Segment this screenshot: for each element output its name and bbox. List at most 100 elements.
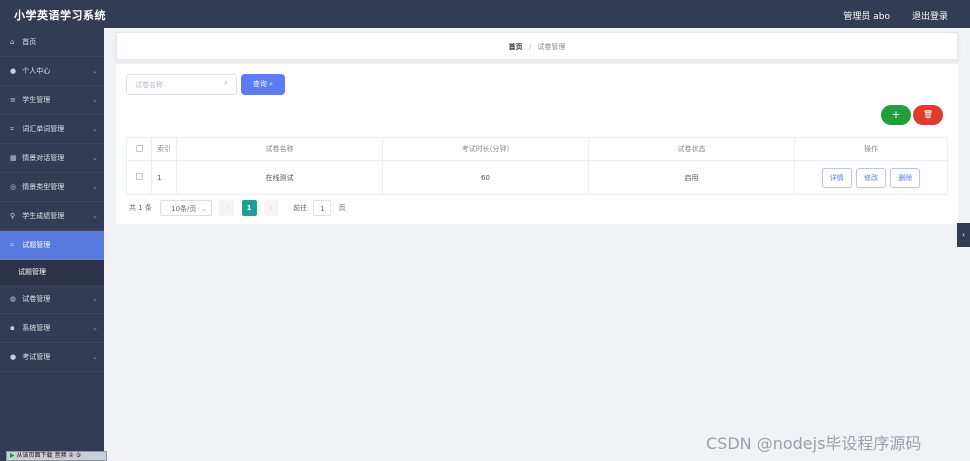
app-title: 小学英语学习系统	[14, 9, 106, 22]
sidebar-item-label: 词汇单词管理	[22, 125, 65, 133]
sidebar-item-vocabulary[interactable]: ⌗ 词汇单词管理 ⌄	[0, 115, 104, 144]
paper-name-search-input[interactable]	[126, 74, 237, 95]
sidebar-item-papers[interactable]: ◍ 试卷管理 ⌄	[0, 285, 104, 314]
sidebar-item-label: 学生成绩管理	[22, 212, 65, 220]
pagination-total: 共 1 条	[129, 204, 152, 212]
breadcrumb: 首页 / 试卷管理	[116, 32, 958, 60]
chevron-left-icon: ‹	[962, 231, 965, 239]
batch-delete-button[interactable]: 🗑	[913, 105, 943, 125]
column-header-index: 索引	[151, 137, 177, 161]
add-button[interactable]: +	[881, 105, 911, 125]
sidebar-item-scores[interactable]: ♀ 学生成绩管理 ⌄	[0, 202, 104, 231]
goto-unit: 页	[338, 204, 346, 212]
chevron-down-icon: ⌄	[92, 67, 98, 75]
submenu-item-questions[interactable]: 试题管理	[0, 260, 104, 285]
toolbar-extra: ② ③	[68, 452, 82, 459]
breadcrumb-separator: /	[528, 43, 532, 51]
sidebar-item-home[interactable]: ⌂ 首页	[0, 28, 104, 57]
sidebar-item-system[interactable]: ▪ 系统管理 ⌄	[0, 314, 104, 343]
detail-button[interactable]: 详情	[821, 167, 852, 188]
content-panel: ⌕ 查询 ⌕ + 🗑 索引 试卷名称 考试时长(分钟) 试卷状态 操作 1 在线…	[116, 64, 958, 224]
top-header: 小学英语学习系统 管理员 abo 退出登录	[0, 0, 970, 28]
apps-icon: ▪	[10, 324, 15, 332]
next-page-button[interactable]: ›	[263, 200, 279, 216]
column-header-duration: 考试时长(分钟)	[382, 137, 589, 161]
sidebar-item-questions[interactable]: ⌗ 试题管理	[0, 231, 104, 260]
sidebar-item-label: 系统管理	[22, 324, 51, 332]
row-index: 1	[151, 160, 177, 195]
trash-icon: 🗑	[922, 110, 934, 119]
sidebar-item-label: 情景类型管理	[22, 183, 65, 191]
sidebar-item-profile[interactable]: ● 个人中心 ⌄	[0, 57, 104, 86]
media-download-toolbar[interactable]: ▶ 从该页面下载 音频 ② ③	[6, 451, 107, 461]
user-icon: ●	[10, 353, 17, 361]
query-button[interactable]: 查询 ⌕	[241, 74, 285, 95]
prev-page-button[interactable]: ‹	[219, 200, 235, 216]
delete-button[interactable]: 删除	[890, 167, 921, 188]
page-size-value: 10条/页	[171, 205, 197, 213]
chevron-down-icon: ⌄	[92, 295, 98, 303]
sidebar-item-label: 情景对话管理	[22, 154, 65, 162]
sidebar-item-label: 试卷管理	[22, 295, 51, 303]
sidebar-item-exams[interactable]: ● 考试管理 ⌄	[0, 343, 104, 372]
row-select-cell[interactable]	[126, 160, 152, 195]
frame-icon: ⌗	[10, 241, 14, 249]
sidebar-item-label: 试题管理	[22, 241, 51, 249]
select-all-header[interactable]	[126, 137, 152, 161]
table-header-row: 索引 试卷名称 考试时长(分钟) 试卷状态 操作	[126, 137, 948, 161]
sidebar-item-label: 首页	[22, 38, 37, 46]
sidebar-item-label: 学生管理	[22, 96, 51, 104]
query-button-label: 查询	[252, 80, 267, 88]
toolbar-text: 从该页面下载 音频	[16, 452, 67, 459]
chevron-down-icon: ⌄	[92, 125, 98, 133]
chevron-down-icon: ⌄	[92, 212, 98, 220]
current-user: 管理员 abo	[843, 12, 890, 22]
paper-table: 索引 试卷名称 考试时长(分钟) 试卷状态 操作 1 在线测试 60 启用 详情…	[126, 137, 948, 195]
sidebar: ⌂ 首页 ● 个人中心 ⌄ ≡ 学生管理 ⌄ ⌗ 词汇单词管理 ⌄ ▦ 情景对话…	[0, 28, 104, 461]
column-header-actions: 操作	[794, 137, 948, 161]
list-icon: ≡	[10, 96, 16, 104]
globe-icon: ◍	[10, 295, 17, 303]
play-icon: ▶	[10, 452, 15, 459]
column-header-name: 试卷名称	[176, 137, 383, 161]
chevron-down-icon: ⌄	[92, 96, 98, 104]
chevron-down-icon: ⌄	[92, 324, 98, 332]
chevron-down-icon: ⌄	[201, 205, 208, 213]
breadcrumb-home[interactable]: 首页	[509, 43, 523, 51]
column-header-status: 试卷状态	[588, 137, 795, 161]
sidebar-item-scene-types[interactable]: ◎ 情景类型管理 ⌄	[0, 173, 104, 202]
row-actions: 详情 修改 删除	[794, 160, 948, 195]
sidebar-item-label: 考试管理	[22, 353, 51, 361]
grid-icon: ▦	[10, 154, 17, 162]
row-duration: 60	[382, 160, 589, 195]
sidebar-item-label: 个人中心	[22, 67, 51, 75]
goto-label: 前往	[293, 204, 308, 212]
sidebar-item-students[interactable]: ≡ 学生管理 ⌄	[0, 86, 104, 115]
watermark: CSDN @nodejs毕设程序源码	[706, 434, 922, 453]
frame-icon: ⌗	[10, 125, 14, 133]
sidebar-item-dialogues[interactable]: ▦ 情景对话管理 ⌄	[0, 144, 104, 173]
compass-icon: ◎	[10, 183, 17, 191]
panel-collapse-handle[interactable]: ‹	[957, 223, 970, 247]
user-icon: ●	[10, 67, 17, 75]
search-icon: ⌕	[269, 80, 274, 88]
home-icon: ⌂	[10, 38, 15, 46]
row-paper-name: 在线测试	[176, 160, 383, 195]
table-row: 1 在线测试 60 启用 详情 修改 删除	[126, 160, 948, 195]
pagination: 共 1 条 10条/页 ⌄ ‹ 1 › 前往 1 页	[129, 200, 346, 216]
goto-page-input[interactable]: 1	[313, 200, 332, 216]
page-size-select[interactable]: 10条/页 ⌄	[160, 200, 213, 216]
edit-button[interactable]: 修改	[856, 167, 886, 188]
page-number-1[interactable]: 1	[241, 200, 257, 216]
logout-link[interactable]: 退出登录	[912, 9, 948, 22]
search-icon: ⌕	[224, 79, 228, 87]
row-status: 启用	[588, 160, 795, 195]
breadcrumb-current: 试卷管理	[537, 43, 566, 51]
microphone-icon: ♀	[10, 212, 16, 220]
chevron-down-icon: ⌄	[92, 183, 98, 191]
select-all-checkbox[interactable]	[135, 144, 143, 152]
chevron-down-icon: ⌄	[92, 353, 98, 361]
plus-icon: +	[891, 108, 901, 121]
row-checkbox[interactable]	[135, 173, 143, 180]
chevron-down-icon: ⌄	[92, 154, 98, 162]
